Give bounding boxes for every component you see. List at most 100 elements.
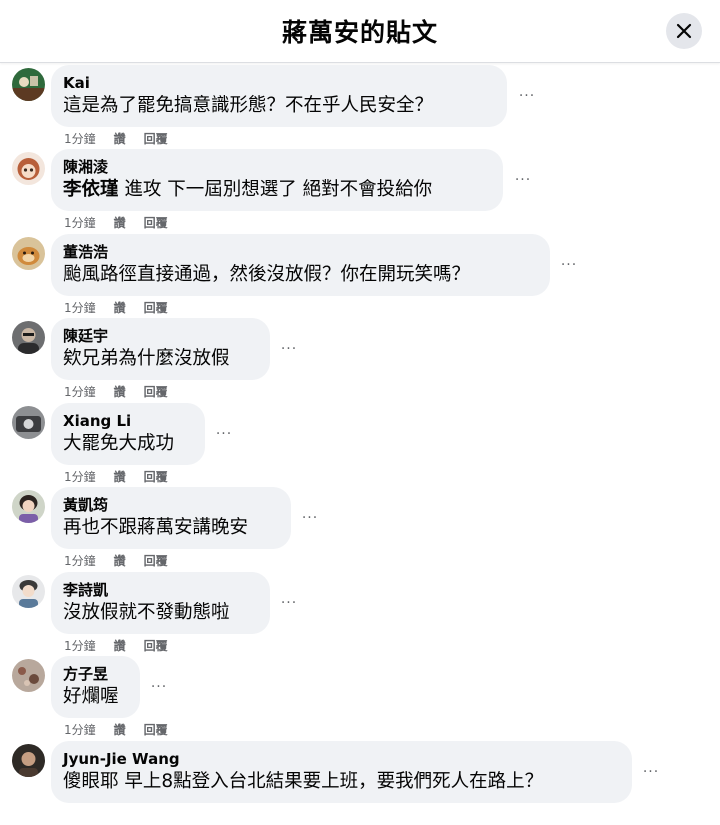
- more-options-button[interactable]: ···: [213, 423, 235, 445]
- more-dots-icon: ···: [215, 426, 233, 442]
- reply-button[interactable]: 回覆: [144, 553, 168, 569]
- comment-item: Jyun-Jie Wang 傻眼耶 早上8點登入台北結果要上班，要我們死人在路上…: [0, 741, 720, 825]
- comment-author[interactable]: 方子昱: [63, 664, 128, 684]
- comment-author[interactable]: 黃凱筠: [63, 495, 279, 515]
- comment-bubble: 陳湘淩 李依瑾 進攻 下一屆別想選了 絕對不會投給你: [51, 149, 503, 211]
- comment-bubble: Kai 這是為了罷免搞意識形態？不在乎人民安全？: [51, 65, 507, 127]
- comment-item: 方子昱 好爛喔 ··· 1分鐘 讚 回覆: [0, 656, 720, 740]
- like-button[interactable]: 讚: [114, 722, 126, 738]
- reply-button[interactable]: 回覆: [144, 384, 168, 400]
- reply-button[interactable]: 回覆: [144, 469, 168, 485]
- comment-author[interactable]: 陳湘淩: [63, 157, 491, 177]
- comment-text: 沒放假就不發動態啦: [63, 602, 230, 623]
- comment-bubble: Jyun-Jie Wang 傻眼耶 早上8點登入台北結果要上班，要我們死人在路上…: [51, 741, 632, 803]
- comment-actions: 1分鐘 讚 回覆: [64, 215, 168, 231]
- reply-button[interactable]: 回覆: [144, 215, 168, 231]
- comment-text: 大罷免大成功: [63, 433, 175, 454]
- comment-author[interactable]: Xiang Li: [63, 411, 193, 431]
- comment-item: Xiang Li 大罷免大成功 ··· 1分鐘 讚 回覆: [0, 403, 720, 487]
- like-button[interactable]: 讚: [114, 469, 126, 485]
- post-header: 蔣萬安的貼文: [0, 0, 720, 63]
- more-dots-icon: ···: [560, 257, 578, 273]
- mention-link[interactable]: 李依瑾: [63, 179, 119, 200]
- comment-text: 再也不跟蔣萬安講晚安: [63, 517, 249, 538]
- comment-author[interactable]: Jyun-Jie Wang: [63, 749, 620, 769]
- comment-actions: 1分鐘 讚 回覆: [64, 300, 168, 316]
- comment-item: 李詩凱 沒放假就不發動態啦 ··· 1分鐘 讚 回覆: [0, 572, 720, 656]
- like-button[interactable]: 讚: [114, 300, 126, 316]
- comment-text: 傻眼耶 早上8點登入台北結果要上班，要我們死人在路上？: [63, 771, 544, 792]
- reply-button[interactable]: 回覆: [144, 638, 168, 654]
- comment-actions: 1分鐘 讚 回覆: [64, 722, 168, 738]
- avatar[interactable]: [12, 406, 45, 439]
- comment-actions: 1分鐘 讚 回覆: [64, 384, 168, 400]
- more-options-button[interactable]: ···: [558, 254, 580, 276]
- comment-actions: 1分鐘 讚 回覆: [64, 638, 168, 654]
- comment-time[interactable]: 1分鐘: [64, 215, 96, 231]
- avatar[interactable]: [12, 575, 45, 608]
- like-button[interactable]: 讚: [114, 553, 126, 569]
- comment-author[interactable]: 陳廷宇: [63, 326, 258, 346]
- comment-time[interactable]: 1分鐘: [64, 553, 96, 569]
- comment-bubble: 李詩凱 沒放假就不發動態啦: [51, 572, 270, 634]
- more-options-button[interactable]: ···: [512, 169, 534, 191]
- avatar[interactable]: [12, 152, 45, 185]
- like-button[interactable]: 讚: [114, 384, 126, 400]
- more-options-button[interactable]: ···: [299, 507, 321, 529]
- comment-time[interactable]: 1分鐘: [64, 131, 96, 147]
- comment-author[interactable]: 董浩浩: [63, 242, 538, 262]
- more-dots-icon: ···: [280, 595, 298, 611]
- avatar[interactable]: [12, 744, 45, 777]
- comment-time[interactable]: 1分鐘: [64, 384, 96, 400]
- comment-actions: 1分鐘 讚 回覆: [64, 131, 168, 147]
- avatar[interactable]: [12, 68, 45, 101]
- like-button[interactable]: 讚: [114, 215, 126, 231]
- comment-time[interactable]: 1分鐘: [64, 469, 96, 485]
- comment-item: 黃凱筠 再也不跟蔣萬安講晚安 ··· 1分鐘 讚 回覆: [0, 487, 720, 571]
- comment-text: 好爛喔: [63, 686, 119, 707]
- more-dots-icon: ···: [150, 679, 168, 695]
- more-options-button[interactable]: ···: [148, 676, 170, 698]
- more-dots-icon: ···: [280, 341, 298, 357]
- close-icon: [676, 23, 692, 39]
- avatar[interactable]: [12, 237, 45, 270]
- more-options-button[interactable]: ···: [278, 338, 300, 360]
- comment-author[interactable]: Kai: [63, 73, 495, 93]
- more-options-button[interactable]: ···: [278, 592, 300, 614]
- comment-actions: 1分鐘 讚 回覆: [64, 469, 168, 485]
- reply-button[interactable]: 回覆: [144, 131, 168, 147]
- comment-text: 欸兄弟為什麼沒放假: [63, 348, 230, 369]
- comment-item: 陳廷宇 欸兄弟為什麼沒放假 ··· 1分鐘 讚 回覆: [0, 318, 720, 402]
- close-button[interactable]: [666, 13, 702, 49]
- comment-bubble: 陳廷宇 欸兄弟為什麼沒放假: [51, 318, 270, 380]
- comment-time[interactable]: 1分鐘: [64, 300, 96, 316]
- more-options-button[interactable]: ···: [516, 85, 538, 107]
- more-options-button[interactable]: ···: [640, 761, 662, 783]
- comment-text: 颱風路徑直接通過，然後沒放假？你在開玩笑嗎？: [63, 264, 471, 285]
- reply-button[interactable]: 回覆: [144, 300, 168, 316]
- more-dots-icon: ···: [518, 88, 536, 104]
- like-button[interactable]: 讚: [114, 638, 126, 654]
- comment-time[interactable]: 1分鐘: [64, 722, 96, 738]
- comment-bubble: Xiang Li 大罷免大成功: [51, 403, 205, 465]
- comment-bubble: 董浩浩 颱風路徑直接通過，然後沒放假？你在開玩笑嗎？: [51, 234, 550, 296]
- comment-list: Kai 這是為了罷免搞意識形態？不在乎人民安全？ ··· 1分鐘 讚 回覆 陳湘…: [0, 62, 720, 803]
- comment-author[interactable]: 李詩凱: [63, 580, 258, 600]
- comment-bubble: 黃凱筠 再也不跟蔣萬安講晚安: [51, 487, 291, 549]
- page-title: 蔣萬安的貼文: [281, 18, 438, 47]
- comment-item: 陳湘淩 李依瑾 進攻 下一屆別想選了 絕對不會投給你 ··· 1分鐘 讚 回覆: [0, 149, 720, 233]
- avatar[interactable]: [12, 490, 45, 523]
- comment-item: 董浩浩 颱風路徑直接通過，然後沒放假？你在開玩笑嗎？ ··· 1分鐘 讚 回覆: [0, 234, 720, 318]
- more-dots-icon: ···: [301, 510, 319, 526]
- comment-actions: 1分鐘 讚 回覆: [64, 553, 168, 569]
- comment-text: 這是為了罷免搞意識形態？不在乎人民安全？: [63, 95, 434, 116]
- reply-button[interactable]: 回覆: [144, 722, 168, 738]
- avatar[interactable]: [12, 321, 45, 354]
- more-dots-icon: ···: [514, 172, 532, 188]
- avatar[interactable]: [12, 659, 45, 692]
- like-button[interactable]: 讚: [114, 131, 126, 147]
- comment-text-body: 進攻 下一屆別想選了 絕對不會投給你: [118, 179, 433, 200]
- comment-item: Kai 這是為了罷免搞意識形態？不在乎人民安全？ ··· 1分鐘 讚 回覆: [0, 65, 720, 149]
- comment-time[interactable]: 1分鐘: [64, 638, 96, 654]
- comment-bubble: 方子昱 好爛喔: [51, 656, 140, 718]
